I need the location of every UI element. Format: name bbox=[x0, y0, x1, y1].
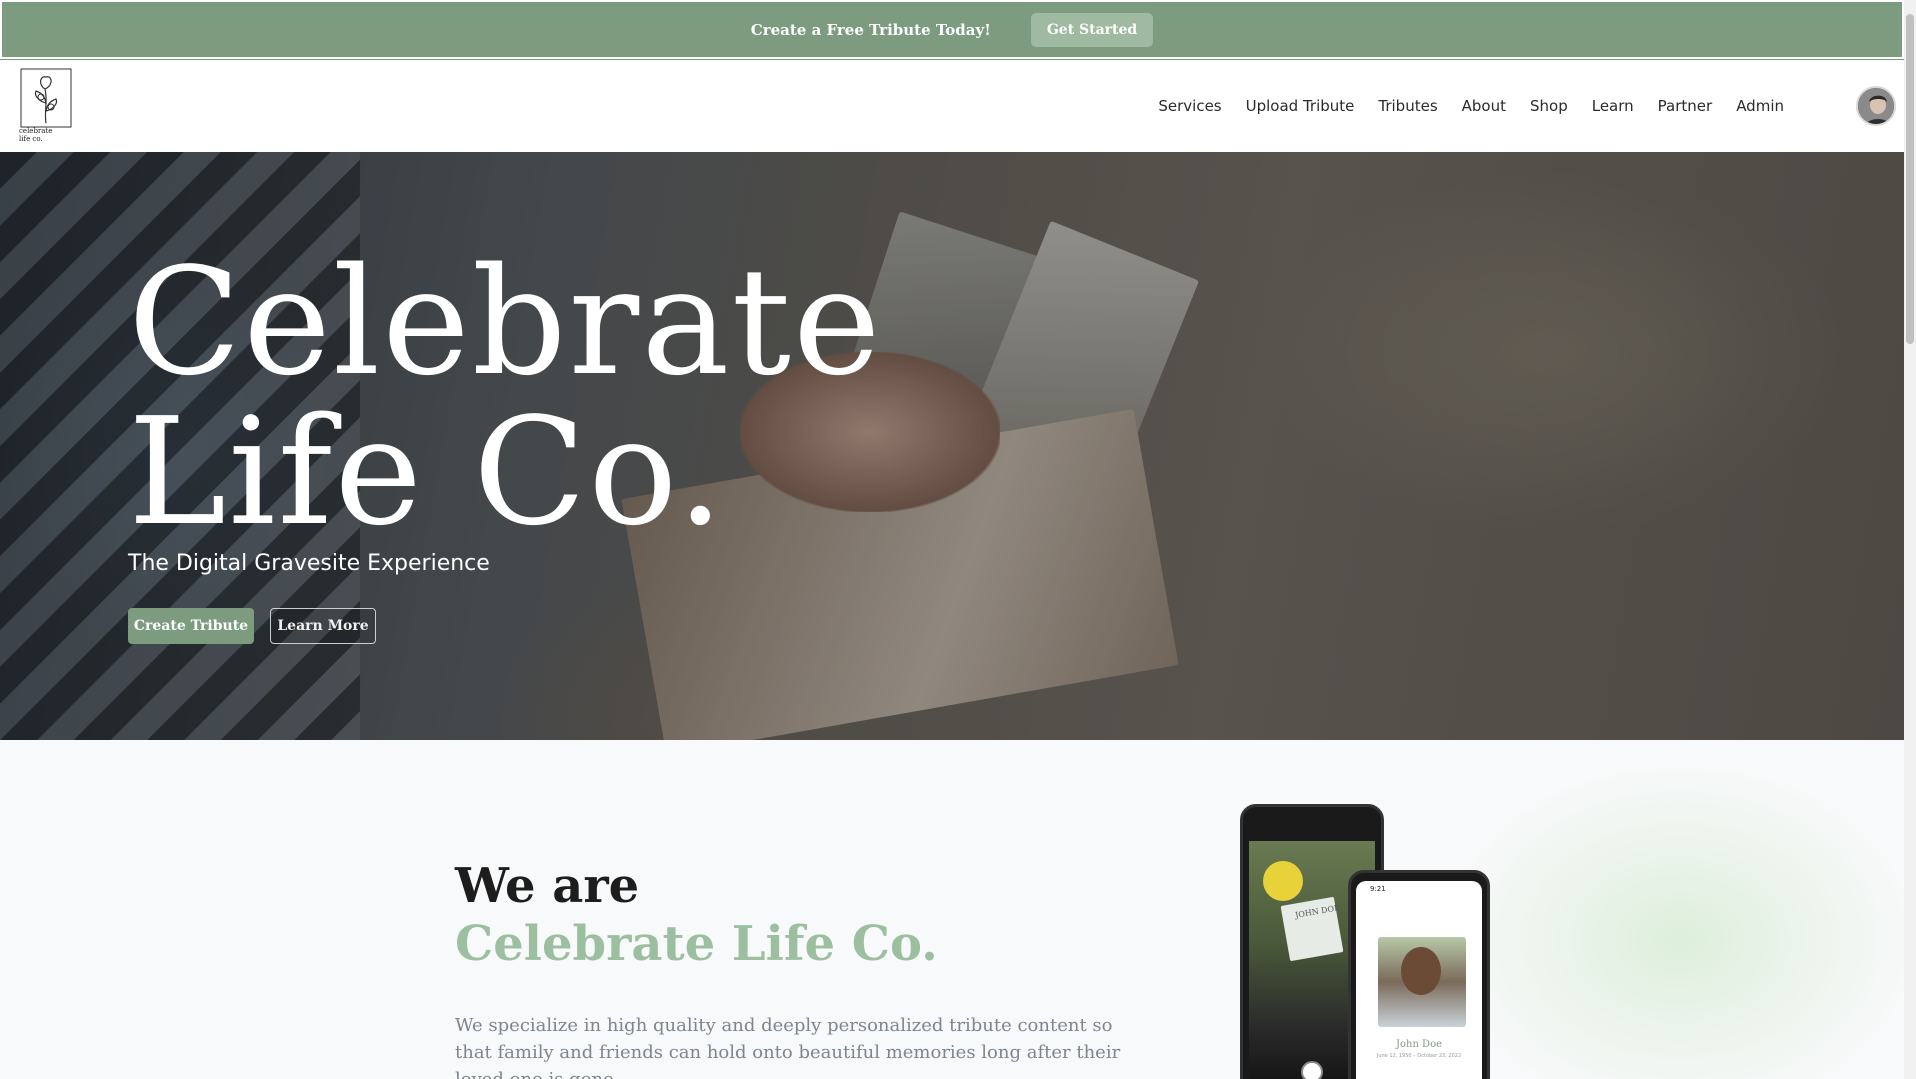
nav-learn[interactable]: Learn bbox=[1592, 97, 1634, 115]
about-brand-name: Celebrate Life Co. bbox=[455, 916, 938, 972]
profile-name: John Doe bbox=[1395, 1039, 1443, 1050]
nav-shop[interactable]: Shop bbox=[1530, 97, 1568, 115]
logo-line-1: celebrate bbox=[19, 127, 53, 135]
create-tribute-button[interactable]: Create Tribute bbox=[128, 608, 254, 644]
profile-dates: June 12, 1950 – October 23, 2022 bbox=[1376, 1053, 1462, 1059]
background-glow bbox=[1440, 760, 1904, 1079]
hero-title-line-1: Celebrate bbox=[128, 236, 883, 408]
user-avatar[interactable] bbox=[1856, 86, 1896, 126]
nav-upload-tribute[interactable]: Upload Tribute bbox=[1246, 97, 1355, 115]
phone-status-time: 9:21 bbox=[1370, 885, 1386, 893]
nav-partner[interactable]: Partner bbox=[1658, 97, 1713, 115]
nav-admin[interactable]: Admin bbox=[1736, 97, 1784, 115]
scrollbar-thumb[interactable] bbox=[1906, 14, 1914, 344]
profile-face bbox=[1401, 947, 1441, 995]
about-description: We specialize in high quality and deeply… bbox=[455, 1015, 1121, 1079]
flower-image bbox=[1263, 861, 1303, 901]
about-section: We are Celebrate Life Co. We specialize … bbox=[0, 740, 1904, 1079]
logo-line-2: life co. bbox=[19, 135, 43, 143]
nav-tributes[interactable]: Tributes bbox=[1378, 97, 1437, 115]
nav-services[interactable]: Services bbox=[1158, 97, 1221, 115]
flower-logo-icon bbox=[20, 68, 72, 128]
hero-section: Celebrate Life Co. The Digital Gravesite… bbox=[0, 152, 1904, 740]
page-scrollbar[interactable] bbox=[1904, 0, 1916, 1079]
profile-screen: 9:21 John Doe June 12, 1950 – October 23… bbox=[1356, 881, 1482, 1079]
learn-more-button[interactable]: Learn More bbox=[270, 608, 376, 644]
phone-mockup-profile: 9:21 John Doe June 12, 1950 – October 23… bbox=[1348, 870, 1490, 1079]
hero-title: Celebrate Life Co. bbox=[128, 247, 883, 547]
about-heading: We are bbox=[455, 858, 640, 914]
get-started-button[interactable]: Get Started bbox=[1030, 12, 1154, 47]
promo-text: Create a Free Tribute Today! bbox=[750, 20, 991, 39]
logo-text: celebrate life co. bbox=[19, 127, 52, 143]
main-nav: Services Upload Tribute Tributes About S… bbox=[1158, 97, 1784, 115]
nav-about[interactable]: About bbox=[1462, 97, 1506, 115]
site-header: celebrate life co. Services Upload Tribu… bbox=[0, 61, 1904, 152]
hero-subtitle: The Digital Gravesite Experience bbox=[128, 551, 490, 576]
promo-banner: Create a Free Tribute Today! Get Started bbox=[0, 0, 1905, 60]
camera-shutter-icon bbox=[1301, 1061, 1323, 1079]
user-avatar-icon bbox=[1858, 88, 1894, 124]
hero-title-line-2: Life Co. bbox=[128, 386, 726, 558]
